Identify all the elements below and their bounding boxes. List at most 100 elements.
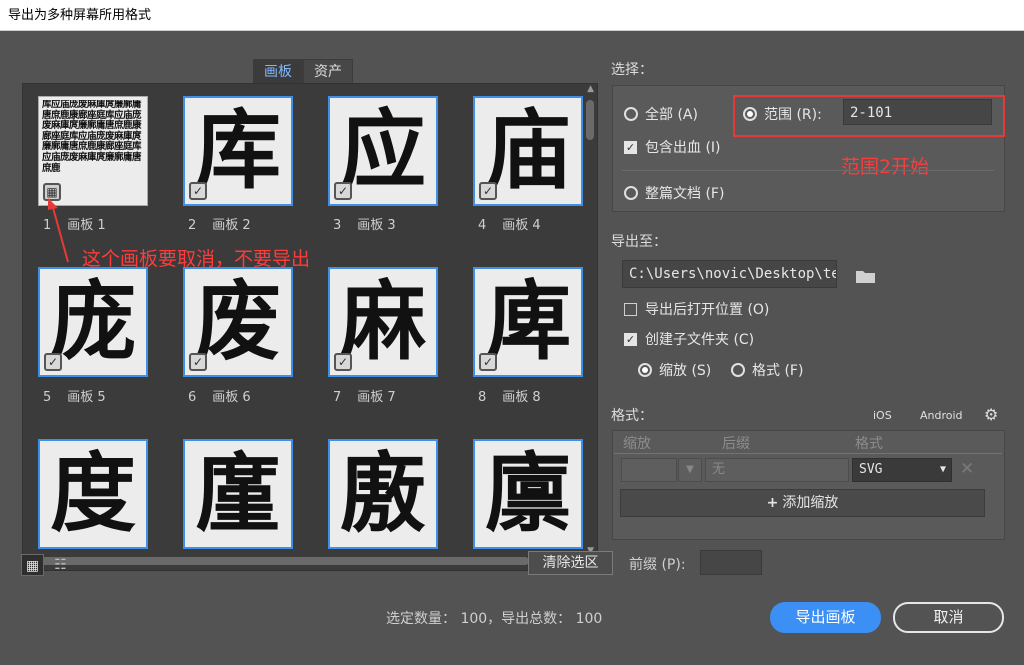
annotation-arrow-icon xyxy=(48,198,69,263)
artboard-thumb-6[interactable]: 废 ✓ xyxy=(183,267,293,377)
select-heading: 选择： xyxy=(611,62,653,78)
artboard-thumb-9[interactable]: 度 xyxy=(38,439,148,549)
window-title: 导出为多种屏幕所用格式 xyxy=(0,0,1024,31)
artboard-thumb-2[interactable]: 库 ✓ xyxy=(183,96,293,206)
all-label: 全部 (A) xyxy=(645,107,698,123)
artboard-label: 画板 3 xyxy=(357,218,396,233)
radio-full-document[interactable]: 整篇文档 (F) xyxy=(624,183,724,203)
checkbox-bleed[interactable]: ✓ 包含出血 (I) xyxy=(624,137,721,157)
chevron-down-icon: ▼ xyxy=(939,464,946,475)
artboard-caption-6: 6 画板 6 xyxy=(188,386,318,405)
artboard-12-preview: 廪 xyxy=(485,444,571,544)
artboard-number: 6 xyxy=(188,390,197,405)
selection-count: 选定数量： 100，导出总数： 100 xyxy=(386,611,603,627)
gear-icon[interactable]: ⚙ xyxy=(984,405,998,424)
scale-column-header: 缩放 xyxy=(623,436,651,452)
scale-select[interactable] xyxy=(621,458,677,482)
range-label: 范围 (R): xyxy=(764,107,822,123)
artboard-thumb-1[interactable]: 库应庙庞废麻庫庹廉廓庸唐庶鹿康廊座庭库应庙庞废麻庫庹廉廓庸唐庶鹿康廊座庭库应庙庞… xyxy=(38,96,148,206)
tab-assets[interactable]: 资产 xyxy=(303,59,353,84)
radio-scale[interactable]: 缩放 (S) xyxy=(638,360,711,380)
artboard-caption-8: 8 画板 8 xyxy=(478,386,597,405)
artboard-label: 画板 2 xyxy=(212,218,251,233)
checkmark-icon[interactable]: ✓ xyxy=(479,182,497,200)
ios-preset-link[interactable]: iOS xyxy=(873,409,892,422)
add-scale-button[interactable]: + 添加缩放 xyxy=(620,489,985,517)
format-heading: 格式： xyxy=(611,408,653,424)
artboard-thumb-4[interactable]: 庙 ✓ xyxy=(473,96,583,206)
artboard-label: 画板 5 xyxy=(67,390,106,405)
radio-icon[interactable] xyxy=(731,363,745,377)
horizontal-scrollbar[interactable] xyxy=(33,557,578,566)
clear-selection-button[interactable]: 清除选区 xyxy=(528,551,613,575)
cancel-button[interactable]: 取消 xyxy=(893,602,1004,633)
grid-view-icon[interactable]: ▦ xyxy=(21,554,44,576)
vertical-scrollbar[interactable] xyxy=(586,94,595,524)
artboard-thumb-3[interactable]: 应 ✓ xyxy=(328,96,438,206)
radio-selected-icon[interactable] xyxy=(638,363,652,377)
artboard-thumb-5[interactable]: 庞 ✓ xyxy=(38,267,148,377)
artboard-caption-2: 2 画板 2 xyxy=(188,214,318,233)
list-view-icon[interactable]: ☷ xyxy=(49,554,72,576)
checkbox-open-after[interactable]: 导出后打开位置 (O) xyxy=(624,299,769,319)
artboard-thumb-11[interactable]: 廒 xyxy=(328,439,438,549)
scale-label: 缩放 (S) xyxy=(659,363,712,379)
horizontal-scroll-thumb[interactable] xyxy=(39,557,529,565)
artboard-number: 7 xyxy=(333,390,342,405)
range-input[interactable]: 2-101 xyxy=(843,99,992,125)
suffix-input[interactable]: 无 xyxy=(705,458,849,482)
artboard-thumb-12[interactable]: 廪 xyxy=(473,439,583,549)
vertical-scroll-thumb[interactable] xyxy=(586,100,594,140)
open-after-label: 导出后打开位置 (O) xyxy=(645,302,770,318)
format-column-header: 格式 xyxy=(855,436,883,452)
artboard-caption-4: 4 画板 4 xyxy=(478,214,597,233)
artboard-thumb-7[interactable]: 麻 ✓ xyxy=(328,267,438,377)
checkmark-icon[interactable]: ✓ xyxy=(479,353,497,371)
export-dialog: 画板 资产 库应庙庞废麻庫庹廉廓庸唐庶鹿康廊座庭库应庙庞废麻庫庹廉廓庸唐庶鹿康廊… xyxy=(0,31,1024,665)
checkmark-icon[interactable]: ✓ xyxy=(189,182,207,200)
prefix-input[interactable] xyxy=(700,550,762,575)
artboard-number: 2 xyxy=(188,218,197,233)
checkmark-icon[interactable]: ✓ xyxy=(189,353,207,371)
artboard-thumb-10[interactable]: 廑 xyxy=(183,439,293,549)
artboard-label: 画板 8 xyxy=(502,390,541,405)
radio-icon[interactable] xyxy=(624,107,638,121)
radio-format[interactable]: 格式 (F) xyxy=(731,360,803,380)
tab-bar: 画板 资产 xyxy=(253,59,353,84)
radio-all[interactable]: 全部 (A) xyxy=(624,104,698,124)
android-preset-link[interactable]: Android xyxy=(920,409,963,422)
scroll-up-icon[interactable]: ▲ xyxy=(587,84,594,94)
prefix-label: 前缀 (P): xyxy=(629,557,686,573)
divider xyxy=(614,453,1002,454)
format-select[interactable]: SVG ▼ xyxy=(852,458,952,482)
artboard-10-preview: 廑 xyxy=(195,444,281,544)
folder-icon[interactable] xyxy=(855,268,876,284)
artboard-9-preview: 度 xyxy=(50,444,136,544)
export-artboards-button[interactable]: 导出画板 xyxy=(770,602,881,633)
export-path-input[interactable]: C:\Users\novic\Desktop\te xyxy=(622,260,837,288)
checkbox-checked-icon[interactable]: ✓ xyxy=(624,332,637,346)
artboard-number: 4 xyxy=(478,218,487,233)
artboard-annotation: 这个画板要取消，不要导出 xyxy=(82,248,311,270)
format-radio-label: 格式 (F) xyxy=(752,363,804,379)
artboard-label: 画板 7 xyxy=(357,390,396,405)
bleed-label: 包含出血 (I) xyxy=(645,140,721,156)
artboard-panel: 库应庙庞废麻庫庹廉廓庸唐庶鹿康廊座庭库应庙庞废麻庫庹廉廓庸唐庶鹿康廊座庭库应庙庞… xyxy=(22,83,598,571)
add-scale-label: 添加缩放 xyxy=(782,495,839,511)
checkmark-icon[interactable]: ✓ xyxy=(44,353,62,371)
tab-artboards[interactable]: 画板 xyxy=(253,59,303,84)
artboard-label: 画板 4 xyxy=(502,218,541,233)
radio-range[interactable]: 范围 (R): xyxy=(743,104,822,124)
checkbox-icon[interactable] xyxy=(624,302,637,316)
plus-icon: + xyxy=(766,495,779,511)
checkmark-icon[interactable]: ✓ xyxy=(334,353,352,371)
checkmark-icon[interactable]: ✓ xyxy=(334,182,352,200)
radio-icon[interactable] xyxy=(624,186,638,200)
close-icon[interactable]: ✕ xyxy=(960,459,974,479)
radio-selected-icon[interactable] xyxy=(743,107,757,121)
suffix-column-header: 后缀 xyxy=(722,436,750,452)
checkbox-checked-icon[interactable]: ✓ xyxy=(624,140,637,154)
artboard-thumb-8[interactable]: 庳 ✓ xyxy=(473,267,583,377)
chevron-down-icon[interactable]: ▼ xyxy=(678,458,702,482)
checkbox-subfolder[interactable]: ✓ 创建子文件夹 (C) xyxy=(624,329,754,349)
